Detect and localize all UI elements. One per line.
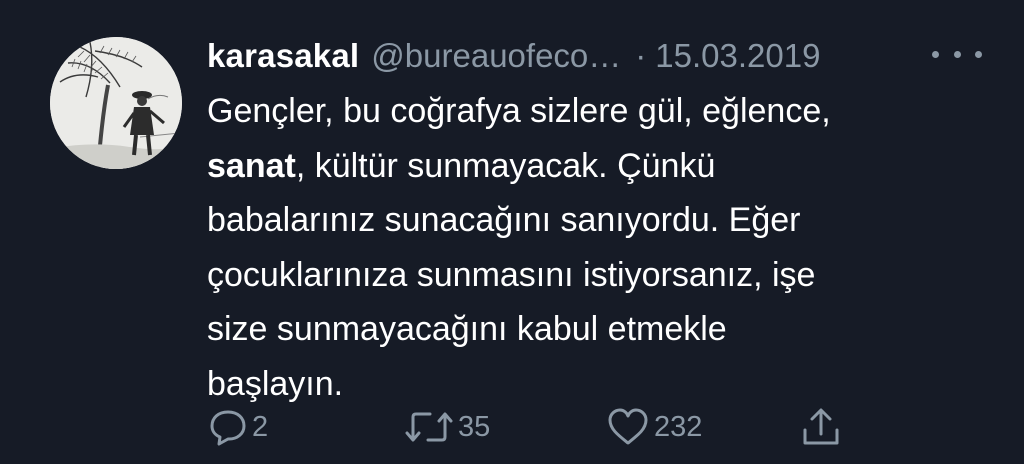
dot — [932, 50, 939, 58]
reply-bubble-icon — [210, 410, 246, 446]
bold-word: sanat — [207, 146, 296, 185]
reply-button[interactable]: 2 — [208, 405, 268, 449]
avatar-illustration — [50, 37, 182, 169]
retweet-count: 35 — [458, 410, 491, 443]
heart-icon — [608, 408, 648, 445]
share-button[interactable] — [800, 405, 842, 449]
tweet-date[interactable]: 15.03.2019 — [655, 37, 820, 75]
tweet-text-line: Gençler, bu coğrafya sizlere gül, eğlenc… — [207, 92, 831, 130]
retweet-icon — [405, 412, 453, 442]
separator-dot: · — [635, 37, 647, 74]
more-dots-icon[interactable] — [932, 44, 982, 64]
tweet-text-line: başlayın. — [207, 364, 344, 403]
like-button[interactable]: 232 — [606, 405, 702, 449]
tweet-header: karasakal @bureauofeco… · 15.03.2019 — [207, 32, 987, 80]
action-bar: 2 35 232 — [0, 405, 1024, 449]
tweet: karasakal @bureauofeco… · 15.03.2019 Gen… — [0, 0, 1024, 464]
dot — [975, 50, 982, 58]
tweet-text-line: size sunmayacağını kabul etmekle — [207, 310, 727, 348]
display-name[interactable]: karasakal — [207, 37, 359, 75]
reply-count: 2 — [252, 410, 269, 443]
tweet-text-line: babalarınız sunacağını sanıyordu. Eğer — [207, 201, 801, 239]
avatar[interactable] — [50, 37, 182, 169]
tweet-text-line: sanat, kültür sunmayacak. Çünkü — [207, 139, 997, 194]
share-icon — [803, 408, 839, 445]
user-handle[interactable]: @bureauofeco… — [371, 37, 621, 75]
tweet-text: Gençler, bu coğrafya sizlere gül, eğlenc… — [207, 84, 997, 411]
dot — [953, 50, 961, 58]
tweet-text-span: , kültür sunmayacak. Çünkü — [295, 146, 716, 185]
tweet-text-line: çocuklarınıza sunmasını istiyorsanız, iş… — [207, 255, 816, 294]
retweet-button[interactable]: 35 — [404, 405, 490, 449]
like-count: 232 — [654, 410, 703, 443]
